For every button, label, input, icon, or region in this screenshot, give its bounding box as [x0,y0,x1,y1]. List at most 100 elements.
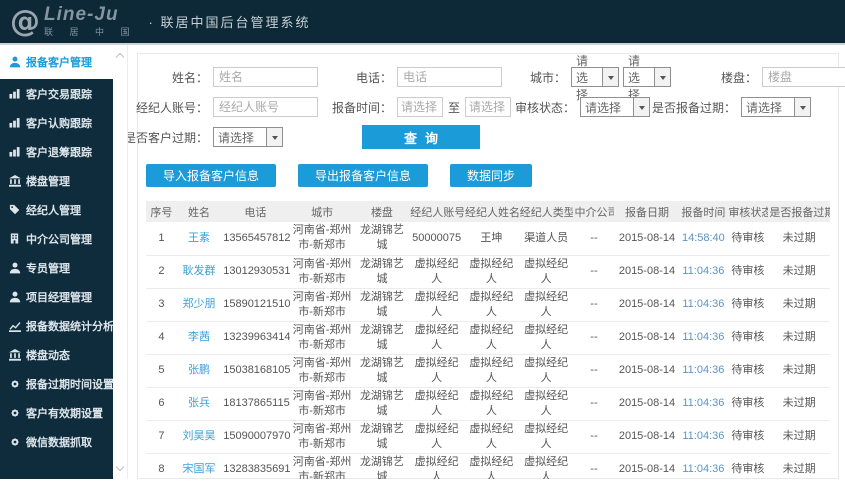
sidebar-item-label: 客户有效期设置 [26,407,103,420]
report-time-end-input[interactable] [465,97,512,117]
person-icon [8,56,21,68]
chevron-up-icon[interactable] [115,52,125,62]
blocks-icon [8,146,21,157]
report-time-start-input[interactable] [397,97,443,117]
cell-agent-type: 渠道人员 [518,222,574,256]
cell-city: 河南省-郑州市-新郑市 [289,288,355,322]
table-header-row: 序号 姓名 电话 城市 楼盘 经纪人账号 经纪人姓名 经纪人类型 中介公司 报备… [146,201,830,222]
cell-agent-name: 虚拟经纪人 [464,420,519,454]
cell-expired: 未过期 [768,420,830,454]
cell-agent-type: 虚拟经纪人 [518,288,574,322]
name-input[interactable] [213,67,318,87]
sidebar-item-wechat-data-fetch[interactable]: 微信数据抓取 [0,427,113,456]
report-expired-select[interactable]: 请选择 [741,97,812,117]
cell-phone: 13239963414 [221,321,290,355]
sidebar-item-report-expire-time-settings[interactable]: 报备过期时间设置 [0,369,114,398]
sidebar-item-customer-refund-track[interactable]: 客户退筹跟踪 [0,137,113,166]
customer-name-link[interactable]: 耿发群 [176,255,222,289]
cell-city: 河南省-郑州市-新郑市 [289,222,355,256]
customer-name-link[interactable]: 刘昊昊 [176,420,222,454]
sidebar-item-customer-trade-track[interactable]: 客户交易跟踪 [0,79,113,108]
cell-city: 河南省-郑州市-新郑市 [289,354,355,388]
cell-phone: 13012930531 [221,255,290,289]
cell-no: 5 [146,354,177,388]
cell-agent-account: 虚拟经纪人 [409,420,465,454]
customer-expired-select[interactable]: 请选择 [213,127,283,147]
cell-estate: 龙湖锦艺城 [354,321,410,355]
col-header-agent-name: 经纪人姓名 [464,201,519,222]
cell-report-time: 11:04:36 [679,288,728,322]
chevron-down-icon[interactable] [115,462,125,472]
sidebar-item-property-news[interactable]: 楼盘动态 [0,340,113,369]
cell-agency: -- [573,387,615,421]
cell-agency: -- [573,420,615,454]
customer-name-link[interactable]: 宋国军 [176,453,222,479]
cell-expired: 未过期 [768,354,830,388]
sidebar-item-customer-validity-settings[interactable]: 客户有效期设置 [0,398,113,427]
cell-estate: 龙湖锦艺城 [354,420,410,454]
bank-icon [8,348,21,361]
city-city-select[interactable]: 请选择 [623,54,671,102]
cell-audit-status: 待审核 [727,354,769,388]
cell-estate: 龙湖锦艺城 [354,288,410,322]
cell-agent-name: 虚拟经纪人 [464,453,519,479]
col-header-agent-account: 经纪人账号 [409,201,465,222]
export-report-customers-button[interactable]: 导出报备客户信息 [298,164,429,187]
audit-status-select[interactable]: 请选择 [580,97,651,117]
cell-phone: 15890121510 [221,288,290,322]
cell-agency: -- [573,453,615,479]
cell-no: 4 [146,321,177,355]
to-label: 至 [448,100,461,115]
table-row: 2 耿发群 13012930531 河南省-郑州市-新郑市 龙湖锦艺城 虚拟经纪… [146,255,830,289]
data-sync-button[interactable]: 数据同步 [450,164,533,187]
table-row: 8 宋国军 13283835691 河南省-郑州市-新郑市 龙湖锦艺城 虚拟经纪… [146,453,830,479]
cell-city: 河南省-郑州市-新郑市 [289,321,355,355]
cell-phone: 15038168105 [221,354,290,388]
cell-audit-status: 待审核 [727,453,769,479]
sidebar-item-report-customer-mgmt[interactable]: 报备客户管理 [0,45,113,79]
cell-agent-type: 虚拟经纪人 [518,321,574,355]
customer-name-link[interactable]: 李茜 [176,321,222,355]
customer-name-link[interactable]: 张鹏 [176,354,222,388]
cell-audit-status: 待审核 [727,222,769,256]
sidebar-item-customer-subscribe-track[interactable]: 客户认购跟踪 [0,108,113,137]
customer-name-link[interactable]: 王素 [176,222,222,256]
building-icon [8,233,21,244]
estate-label: 楼盘： [720,70,757,85]
person-icon [8,291,21,303]
sidebar-item-project-manager-mgmt[interactable]: 项目经理管理 [0,282,113,311]
sidebar-item-label: 微信数据抓取 [26,436,92,449]
customer-name-link[interactable]: 郑少朋 [176,288,222,322]
sidebar-item-label: 中介公司管理 [26,233,92,246]
city-province-select[interactable]: 请选择 [571,54,619,102]
cell-estate: 龙湖锦艺城 [354,222,410,256]
cell-agent-account: 50000075 [409,222,465,256]
logo: @ Line-Ju 联 居 中 国 [10,5,137,38]
cell-agent-account: 虚拟经纪人 [409,255,465,289]
sidebar-item-agent-mgmt[interactable]: 经纪人管理 [0,195,113,224]
chevron-down-icon [794,98,811,116]
cell-report-time: 11:04:36 [679,420,728,454]
chevron-down-icon [633,98,650,116]
cell-agency: -- [573,354,615,388]
import-report-customers-button[interactable]: 导入报备客户信息 [146,164,277,187]
cell-agent-type: 虚拟经纪人 [518,354,574,388]
agent-account-input[interactable] [213,97,318,117]
sidebar-item-specialist-mgmt[interactable]: 专员管理 [0,253,113,282]
sidebar-scrollbar[interactable] [113,45,128,479]
cell-expired: 未过期 [768,321,830,355]
cell-audit-status: 待审核 [727,288,769,322]
chevron-down-icon [654,68,670,86]
cell-agent-type: 虚拟经纪人 [518,387,574,421]
estate-input[interactable] [762,67,845,87]
sidebar-item-agency-mgmt[interactable]: 中介公司管理 [0,224,113,253]
phone-input[interactable] [397,67,502,87]
query-button[interactable]: 查询 [362,125,480,149]
customer-name-link[interactable]: 张兵 [176,387,222,421]
sidebar-item-report-stats-analysis[interactable]: 报备数据统计分析 [0,311,114,340]
chevron-down-icon [602,68,618,86]
cell-no: 2 [146,255,177,289]
content-area: 姓名： 电话： 城市： 请选择 请选择 楼盘： [128,45,845,479]
cell-agent-name: 虚拟经纪人 [464,255,519,289]
sidebar-item-property-mgmt[interactable]: 楼盘管理 [0,166,113,195]
